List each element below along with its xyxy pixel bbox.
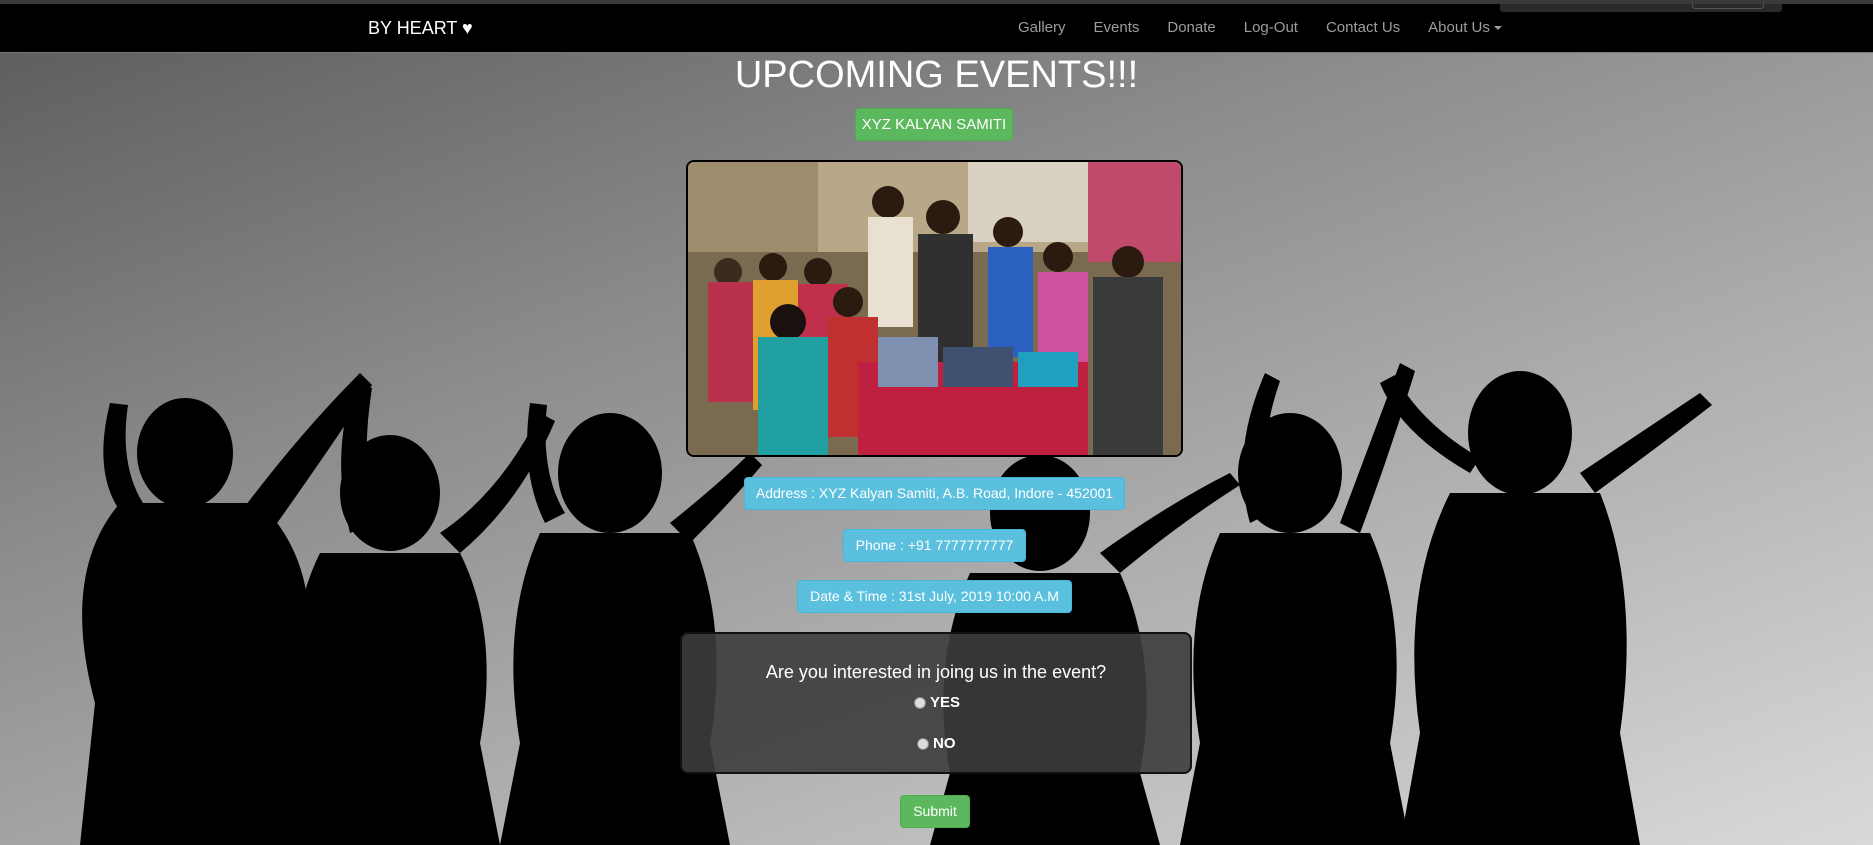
nav-donate[interactable]: Donate bbox=[1167, 19, 1215, 36]
interest-form-panel: Are you interested in joing us in the ev… bbox=[680, 632, 1192, 774]
date-time-badge: Date & Time : 31st July, 2019 10:00 A.M bbox=[797, 580, 1072, 613]
caret-down-icon bbox=[1493, 26, 1502, 31]
phone-badge: Phone : +91 7777777777 bbox=[843, 529, 1026, 562]
event-photo-illustration bbox=[688, 162, 1181, 455]
event-photo bbox=[686, 160, 1183, 457]
dropdown-button-edge bbox=[1692, 4, 1764, 9]
address-badge: Address : XYZ Kalyan Samiti, A.B. Road, … bbox=[744, 477, 1125, 510]
nav-links: Gallery Events Donate Log-Out Contact Us… bbox=[1018, 19, 1530, 36]
nav-about-us-dropdown[interactable]: About Us bbox=[1428, 19, 1502, 36]
page-title: UPCOMING EVENTS!!! bbox=[734, 54, 1139, 96]
organization-button[interactable]: XYZ KALYAN SAMITI bbox=[855, 108, 1013, 141]
option-yes[interactable]: YES bbox=[914, 694, 960, 711]
dropdown-menu-edge bbox=[1500, 4, 1782, 12]
option-no-label: NO bbox=[933, 735, 956, 752]
nav-logout[interactable]: Log-Out bbox=[1244, 19, 1298, 36]
interest-question: Are you interested in joing us in the ev… bbox=[765, 662, 1107, 682]
nav-contact-us[interactable]: Contact Us bbox=[1326, 19, 1400, 36]
nav-about-us-label: About Us bbox=[1428, 19, 1490, 36]
brand-logo[interactable]: BY HEART ♥ bbox=[368, 18, 473, 39]
radio-yes[interactable] bbox=[914, 696, 926, 709]
submit-button[interactable]: Submit bbox=[900, 795, 970, 828]
nav-events[interactable]: Events bbox=[1094, 19, 1140, 36]
option-yes-label: YES bbox=[930, 694, 961, 711]
option-no[interactable]: NO bbox=[917, 735, 956, 752]
radio-no[interactable] bbox=[917, 737, 929, 750]
nav-gallery[interactable]: Gallery bbox=[1018, 19, 1066, 36]
